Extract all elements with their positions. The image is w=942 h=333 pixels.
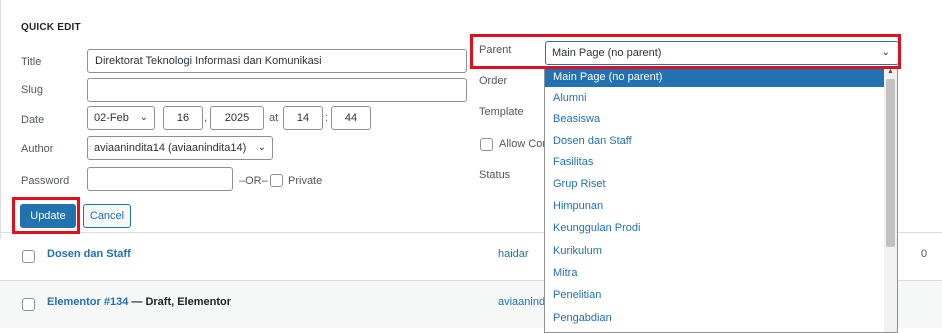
author-label: Author xyxy=(21,143,54,155)
title-input[interactable]: Direktorat Teknologi Informasi dan Komun… xyxy=(87,49,467,73)
row-comment-count: 0 xyxy=(921,248,928,260)
password-input[interactable] xyxy=(87,167,233,191)
chevron-down-icon: ⌄ xyxy=(257,142,266,153)
dropdown-option[interactable]: Penelitian xyxy=(545,286,885,305)
author-select[interactable]: aviaanindita14 (aviaanindita14) ⌄ xyxy=(87,136,273,160)
row-checkbox[interactable] xyxy=(22,250,35,263)
date-comma: , xyxy=(204,112,208,124)
parent-select[interactable]: Main Page (no parent) ⌄ xyxy=(545,41,899,65)
date-minute-input[interactable]: 44 xyxy=(331,106,371,130)
dropdown-option[interactable]: Dosen dan Staff xyxy=(545,132,885,151)
allow-comments-checkbox[interactable] xyxy=(480,138,493,151)
dropdown-option[interactable]: Pengabdian xyxy=(545,309,885,328)
date-at-text: at xyxy=(269,112,279,124)
scrollbar-thumb[interactable] xyxy=(886,79,895,247)
private-label: Private xyxy=(288,175,323,187)
status-label: Status xyxy=(479,169,511,181)
date-colon: : xyxy=(325,112,329,124)
row-author-link[interactable]: haidar xyxy=(498,248,544,260)
parent-value: Main Page (no parent) xyxy=(552,47,662,59)
row-title-link[interactable]: Elementor #134 — Draft, Elementor xyxy=(47,296,231,308)
or-text: –OR– xyxy=(239,175,268,187)
dropdown-scrollbar[interactable]: ▲ xyxy=(884,67,897,332)
dropdown-option[interactable]: Alumni xyxy=(545,89,885,108)
row-title-text: Elementor #134 xyxy=(47,296,129,308)
template-label: Template xyxy=(479,106,524,118)
row-checkbox[interactable] xyxy=(22,298,35,311)
date-month-value: 02-Feb xyxy=(94,112,129,124)
scroll-up-arrow-icon[interactable]: ▲ xyxy=(887,68,894,75)
parent-label: Parent xyxy=(479,44,512,56)
row-post-state: — Draft, Elementor xyxy=(128,296,232,308)
dropdown-option[interactable]: Himpunan xyxy=(545,197,885,216)
allow-comments-label: Allow Cor xyxy=(499,138,547,150)
chevron-down-icon: ⌄ xyxy=(881,47,890,58)
date-month-select[interactable]: 02-Feb ⌄ xyxy=(87,106,155,130)
slug-input[interactable] xyxy=(87,78,467,102)
dropdown-option[interactable]: Grup Riset xyxy=(545,175,885,194)
password-label: Password xyxy=(21,175,70,187)
dropdown-option[interactable]: Beasiswa xyxy=(545,110,885,129)
date-hour-input[interactable]: 14 xyxy=(283,106,323,130)
dropdown-option[interactable]: Fasilitas xyxy=(545,153,885,172)
author-value: aviaanindita14 (aviaanindita14) xyxy=(94,142,247,154)
update-button[interactable]: Update xyxy=(20,204,76,228)
date-label: Date xyxy=(21,114,45,126)
dropdown-option[interactable]: Main Page (no parent) xyxy=(545,68,885,87)
chevron-down-icon: ⌄ xyxy=(139,112,148,123)
dropdown-option[interactable]: Mitra xyxy=(545,264,885,283)
date-year-input[interactable]: 2025 xyxy=(210,106,264,130)
row-title-text: Dosen dan Staff xyxy=(47,248,131,260)
quick-edit-heading: QUICK EDIT xyxy=(21,22,81,33)
private-checkbox[interactable] xyxy=(270,174,283,187)
slug-label: Slug xyxy=(21,84,44,96)
cancel-button[interactable]: Cancel xyxy=(83,204,131,228)
row-title-link[interactable]: Dosen dan Staff xyxy=(47,248,131,260)
dropdown-option[interactable]: Kurikulum xyxy=(545,242,885,261)
order-label: Order xyxy=(479,75,508,87)
title-label: Title xyxy=(21,56,42,68)
date-day-input[interactable]: 16 xyxy=(163,106,203,130)
parent-dropdown-list: Main Page (no parent) Alumni Beasiswa Do… xyxy=(544,66,898,333)
dropdown-option[interactable]: Keunggulan Prodi xyxy=(545,219,885,238)
row-author-link[interactable]: aviaanindita14 xyxy=(498,296,544,308)
